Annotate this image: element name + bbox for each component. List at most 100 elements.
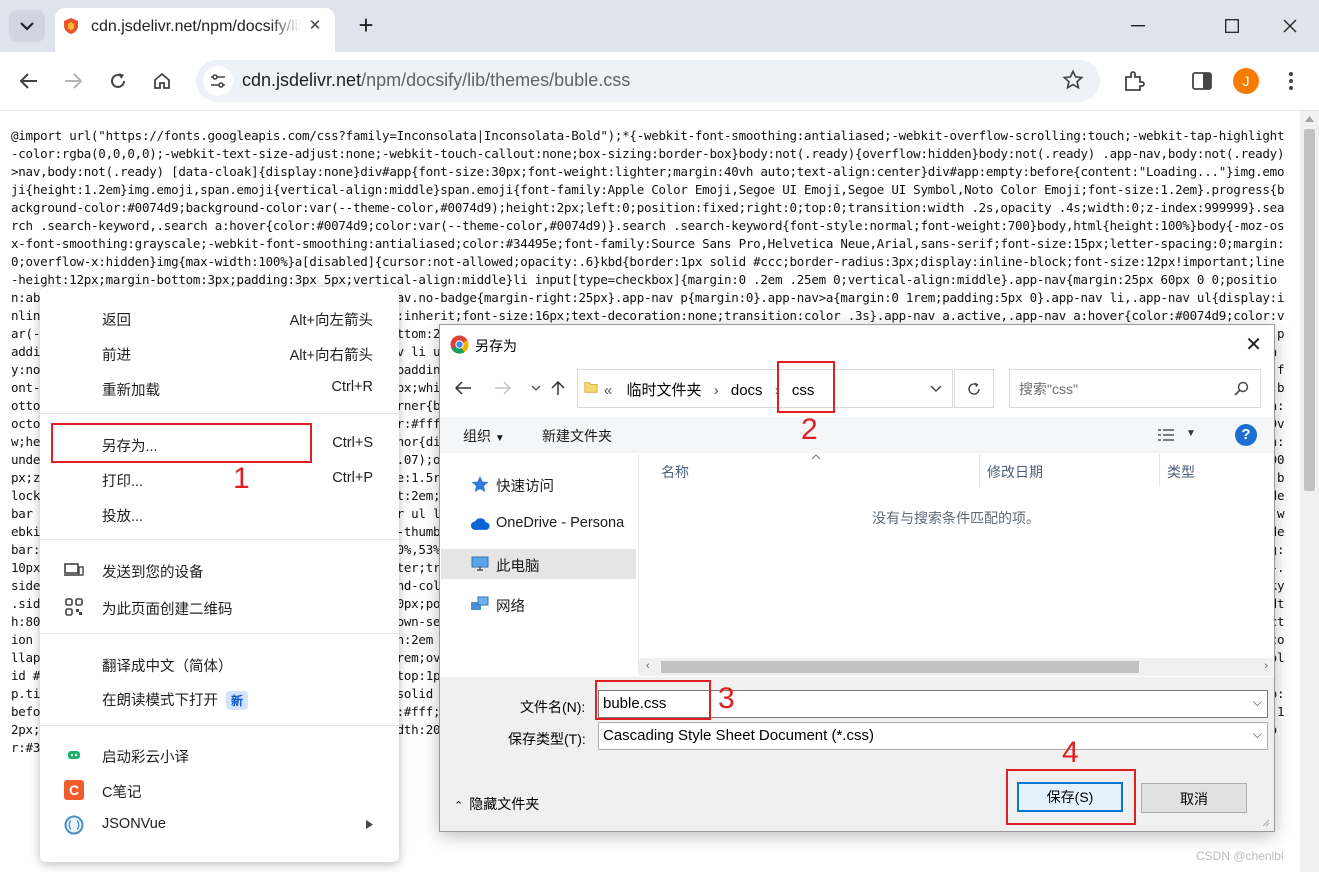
up-arrow-icon[interactable] bbox=[551, 380, 565, 396]
column-separator[interactable] bbox=[979, 454, 980, 486]
menu-item-forward[interactable]: 前进 Alt+向右箭头 bbox=[40, 335, 399, 370]
svg-text:C: C bbox=[69, 782, 79, 798]
annotation-box-3 bbox=[595, 680, 711, 720]
dialog-back-arrow-icon[interactable] bbox=[454, 380, 472, 396]
address-bar[interactable]: cdn.jsdelivr.net/npm/docsify/lib/themes/… bbox=[196, 60, 1100, 102]
nav-this-pc[interactable]: 此电脑 bbox=[441, 549, 636, 579]
forward-arrow-icon[interactable] bbox=[59, 67, 87, 95]
url-host: cdn.jsdelivr.net bbox=[242, 70, 362, 90]
recent-locations-chevron-icon[interactable] bbox=[531, 385, 541, 392]
scroll-right-arrow-icon[interactable]: › bbox=[1264, 660, 1268, 672]
reload-icon[interactable] bbox=[104, 67, 132, 95]
dialog-command-bar: 组织 ▼ 新建文件夹 ▼ ? bbox=[440, 417, 1274, 453]
dialog-address-bar[interactable]: « 临时文件夹 › docs › css bbox=[577, 369, 953, 408]
menu-separator bbox=[40, 413, 399, 414]
annotation-box-4 bbox=[1006, 769, 1136, 825]
menu-item-send-to-devices[interactable]: 发送到您的设备 bbox=[40, 552, 399, 587]
column-modified-date[interactable]: 修改日期 bbox=[987, 462, 1043, 482]
devices-icon bbox=[64, 560, 84, 580]
active-tab[interactable]: cdn.jsdelivr.net/npm/docsify/lib/themes/… bbox=[55, 8, 335, 52]
maximize-icon[interactable] bbox=[1212, 10, 1252, 42]
menu-item-reload[interactable]: 重新加载 Ctrl+R bbox=[40, 370, 399, 405]
filetype-dropdown-icon[interactable]: ⌵ bbox=[1253, 727, 1262, 742]
menu-item-back[interactable]: 返回 Alt+向左箭头 bbox=[40, 300, 399, 335]
network-icon bbox=[471, 596, 489, 610]
extensions-puzzle-icon[interactable] bbox=[1120, 67, 1148, 95]
c-note-icon: C bbox=[64, 780, 84, 800]
cancel-button[interactable]: 取消 bbox=[1141, 783, 1247, 813]
bookmark-star-icon[interactable] bbox=[1062, 69, 1084, 96]
filetype-select[interactable]: Cascading Style Sheet Document (*.css) ⌵ bbox=[598, 722, 1268, 750]
chrome-logo-icon bbox=[450, 335, 469, 354]
dialog-search-input[interactable]: 搜索"css" bbox=[1009, 369, 1261, 408]
breadcrumb-docs[interactable]: docs bbox=[731, 382, 763, 399]
filetype-value: Cascading Style Sheet Document (*.css) bbox=[603, 727, 874, 744]
organize-dropdown-icon: ▼ bbox=[494, 433, 505, 444]
menu-separator bbox=[40, 725, 399, 726]
tab-close-icon[interactable]: ✕ bbox=[305, 16, 325, 36]
column-name[interactable]: 名称 bbox=[661, 462, 689, 482]
breadcrumb-temp-folder[interactable]: 临时文件夹 bbox=[627, 382, 702, 399]
profile-avatar[interactable]: J bbox=[1233, 68, 1259, 94]
reading-mode-label: 在朗读模式下打开新 bbox=[102, 689, 249, 710]
scroll-up-arrow-icon[interactable] bbox=[1305, 116, 1314, 122]
file-list-horizontal-scrollbar[interactable]: ‹ › bbox=[639, 658, 1273, 676]
window-close-icon[interactable] bbox=[1270, 10, 1310, 42]
minimize-icon[interactable] bbox=[1118, 10, 1158, 42]
tab-title: cdn.jsdelivr.net/npm/docsify/lib/themes/… bbox=[91, 18, 301, 35]
help-icon[interactable]: ? bbox=[1235, 424, 1257, 446]
filename-dropdown-icon[interactable]: ⌵ bbox=[1253, 695, 1262, 710]
menu-item-c-note[interactable]: C C笔记 bbox=[40, 772, 399, 807]
hscroll-thumb[interactable] bbox=[661, 661, 1139, 673]
dialog-close-icon[interactable]: ✕ bbox=[1245, 332, 1262, 357]
nav-onedrive[interactable]: OneDrive - Persona bbox=[441, 509, 636, 539]
menu-item-caiyun-translate[interactable]: 启动彩云小译 bbox=[40, 737, 399, 772]
home-icon[interactable] bbox=[148, 67, 176, 95]
url-text: cdn.jsdelivr.net/npm/docsify/lib/themes/… bbox=[242, 70, 630, 91]
dialog-refresh-button[interactable] bbox=[954, 369, 994, 408]
submenu-arrow-icon bbox=[366, 820, 373, 829]
jsonvue-icon bbox=[64, 815, 84, 835]
new-tab-plus-icon[interactable]: + bbox=[352, 12, 380, 40]
site-shield-favicon-icon bbox=[64, 18, 78, 34]
side-panel-icon[interactable] bbox=[1188, 67, 1216, 95]
resize-grip-icon[interactable] bbox=[1260, 817, 1270, 827]
address-dropdown-icon[interactable] bbox=[930, 385, 942, 393]
menu-separator bbox=[40, 633, 399, 634]
view-dropdown-icon[interactable]: ▼ bbox=[1186, 428, 1196, 439]
back-arrow-icon[interactable] bbox=[15, 67, 43, 95]
nav-network[interactable]: 网络 bbox=[441, 589, 636, 619]
menu-item-create-qr-code[interactable]: 为此页面创建二维码 bbox=[40, 589, 399, 624]
column-type[interactable]: 类型 bbox=[1167, 462, 1195, 482]
column-separator[interactable] bbox=[1159, 454, 1160, 486]
menu-item-cast[interactable]: 投放... bbox=[40, 496, 399, 531]
more-vertical-icon[interactable] bbox=[1277, 67, 1305, 95]
menu-item-jsonvue[interactable]: JSONVue bbox=[40, 807, 399, 842]
hide-folders-toggle[interactable]: ⌃ 隐藏文件夹 bbox=[454, 794, 539, 814]
filename-label: 文件名(N): bbox=[520, 699, 586, 715]
browser-toolbar: cdn.jsdelivr.net/npm/docsify/lib/themes/… bbox=[0, 52, 1319, 111]
watermark: CSDN @chenlbl bbox=[1196, 849, 1284, 863]
menu-separator bbox=[40, 539, 399, 540]
page-vertical-scrollbar[interactable] bbox=[1300, 111, 1319, 872]
breadcrumb-overflow[interactable]: « bbox=[604, 382, 612, 399]
onedrive-cloud-icon bbox=[470, 518, 490, 530]
site-info-icon[interactable] bbox=[203, 66, 233, 96]
empty-message: 没有与搜索条件匹配的项。 bbox=[872, 510, 1040, 526]
annotation-box-1 bbox=[51, 423, 312, 463]
page-scrollbar-thumb[interactable] bbox=[1304, 129, 1315, 491]
dialog-forward-arrow-icon[interactable] bbox=[494, 380, 512, 396]
new-badge: 新 bbox=[226, 691, 249, 710]
nav-quick-access[interactable]: 快速访问 bbox=[441, 469, 636, 499]
menu-item-reading-mode[interactable]: 在朗读模式下打开新 bbox=[40, 680, 399, 715]
new-folder-button[interactable]: 新建文件夹 bbox=[542, 426, 612, 446]
menu-item-print[interactable]: 打印... Ctrl+P bbox=[40, 461, 399, 496]
menu-item-translate[interactable]: 翻译成中文（简体） bbox=[40, 646, 399, 681]
context-menu: 返回 Alt+向左箭头 前进 Alt+向右箭头 重新加载 Ctrl+R 另存为... C… bbox=[40, 287, 399, 862]
folder-icon bbox=[584, 382, 598, 393]
tab-search-button[interactable] bbox=[9, 10, 45, 42]
scroll-left-arrow-icon[interactable]: ‹ bbox=[646, 660, 650, 672]
organize-menu[interactable]: 组织 ▼ bbox=[463, 426, 505, 446]
refresh-icon bbox=[968, 382, 980, 395]
view-options-icon[interactable] bbox=[1157, 428, 1175, 442]
